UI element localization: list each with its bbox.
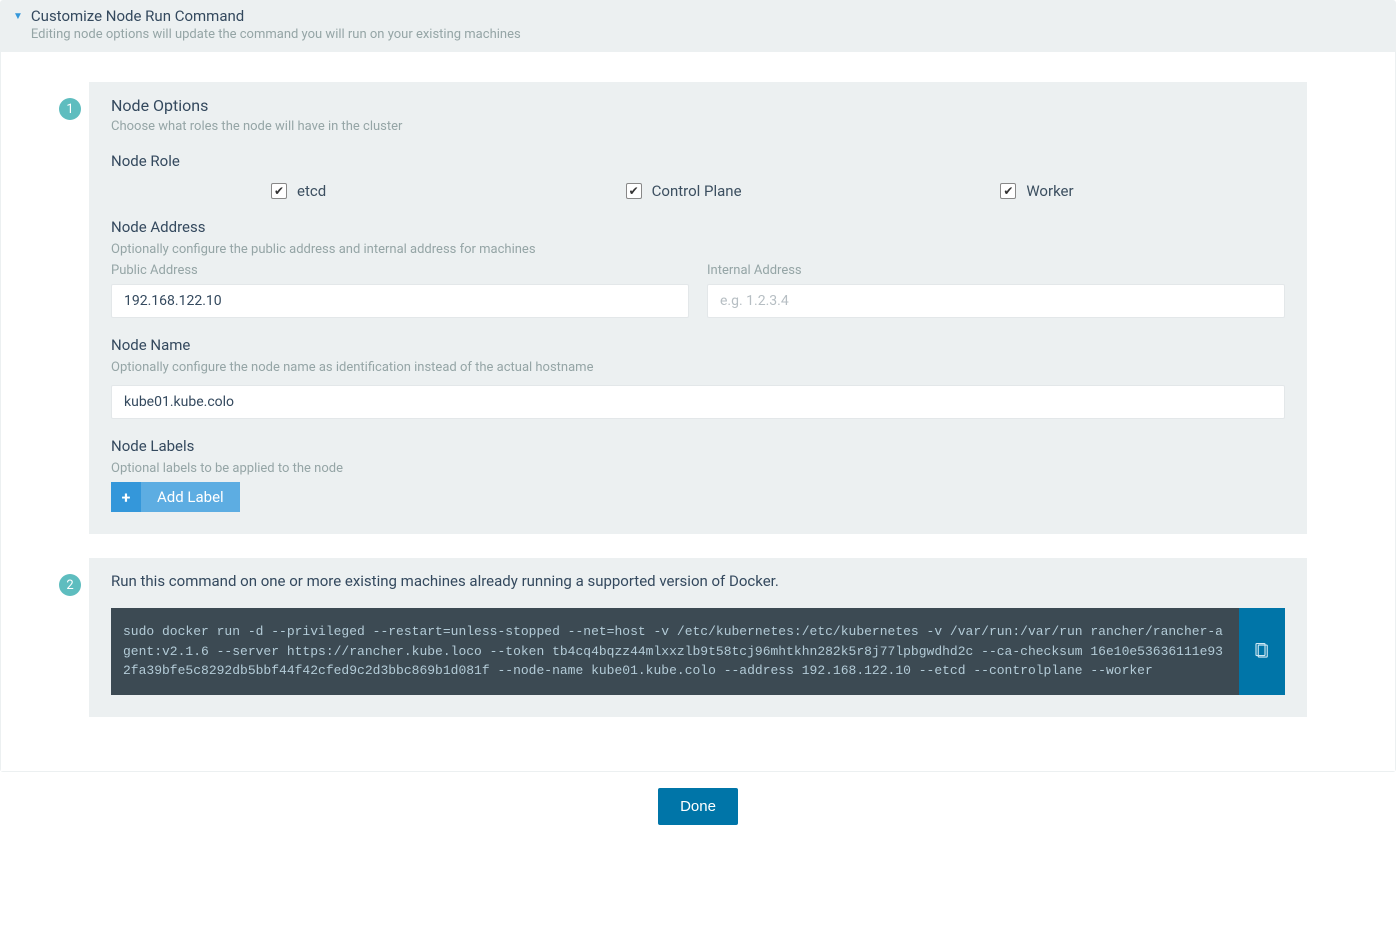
node-role-label: Node Role [111,152,1285,170]
public-address-input[interactable] [111,284,689,318]
step-1-box: 1 Node Options Choose what roles the nod… [89,82,1307,534]
customize-node-panel: ▼ Customize Node Run Command Editing nod… [0,0,1396,772]
panel-body: 1 Node Options Choose what roles the nod… [1,52,1395,771]
role-worker[interactable]: ✔ Worker [910,182,1285,200]
role-control-plane[interactable]: ✔ Control Plane [556,182,911,200]
node-options-subtitle: Choose what roles the node will have in … [111,119,1285,134]
checkbox-etcd[interactable]: ✔ [271,183,287,199]
step-2-box: 2 Run this command on one or more existi… [89,558,1307,717]
role-etcd-label: etcd [297,182,326,200]
node-options-title: Node Options [111,96,1285,115]
step-1-badge: 1 [59,98,81,120]
node-name-input[interactable] [111,385,1285,419]
plus-icon: + [111,482,141,512]
node-labels-subtitle: Optional labels to be applied to the nod… [111,461,1285,476]
command-text[interactable]: sudo docker run -d --privileged --restar… [111,608,1239,695]
panel-subtitle: Editing node options will update the com… [31,27,521,42]
copy-button[interactable] [1239,608,1285,695]
footer: Done [0,772,1396,853]
add-label-text: Add Label [141,482,240,512]
checkbox-worker[interactable]: ✔ [1000,183,1016,199]
role-control-plane-label: Control Plane [652,182,742,200]
panel-header: ▼ Customize Node Run Command Editing nod… [1,1,1395,52]
node-name-subtitle: Optionally configure the node name as id… [111,360,1285,375]
step-2-title: Run this command on one or more existing… [111,572,1285,590]
node-address-title: Node Address [111,218,1285,236]
node-address-subtitle: Optionally configure the public address … [111,242,1285,257]
panel-title: Customize Node Run Command [31,7,521,25]
internal-address-label: Internal Address [707,263,1285,278]
node-name-title: Node Name [111,336,1285,354]
clipboard-icon [1253,642,1271,660]
command-row: sudo docker run -d --privileged --restar… [111,608,1285,695]
public-address-label: Public Address [111,263,689,278]
node-role-row: ✔ etcd ✔ Control Plane ✔ Worker [111,182,1285,200]
internal-address-input[interactable] [707,284,1285,318]
step-2-badge: 2 [59,574,81,596]
done-button[interactable]: Done [658,788,738,825]
collapse-toggle-icon[interactable]: ▼ [13,7,23,22]
role-etcd[interactable]: ✔ etcd [111,182,556,200]
node-labels-title: Node Labels [111,437,1285,455]
add-label-button[interactable]: + Add Label [111,482,240,512]
checkbox-control-plane[interactable]: ✔ [626,183,642,199]
role-worker-label: Worker [1026,182,1073,200]
